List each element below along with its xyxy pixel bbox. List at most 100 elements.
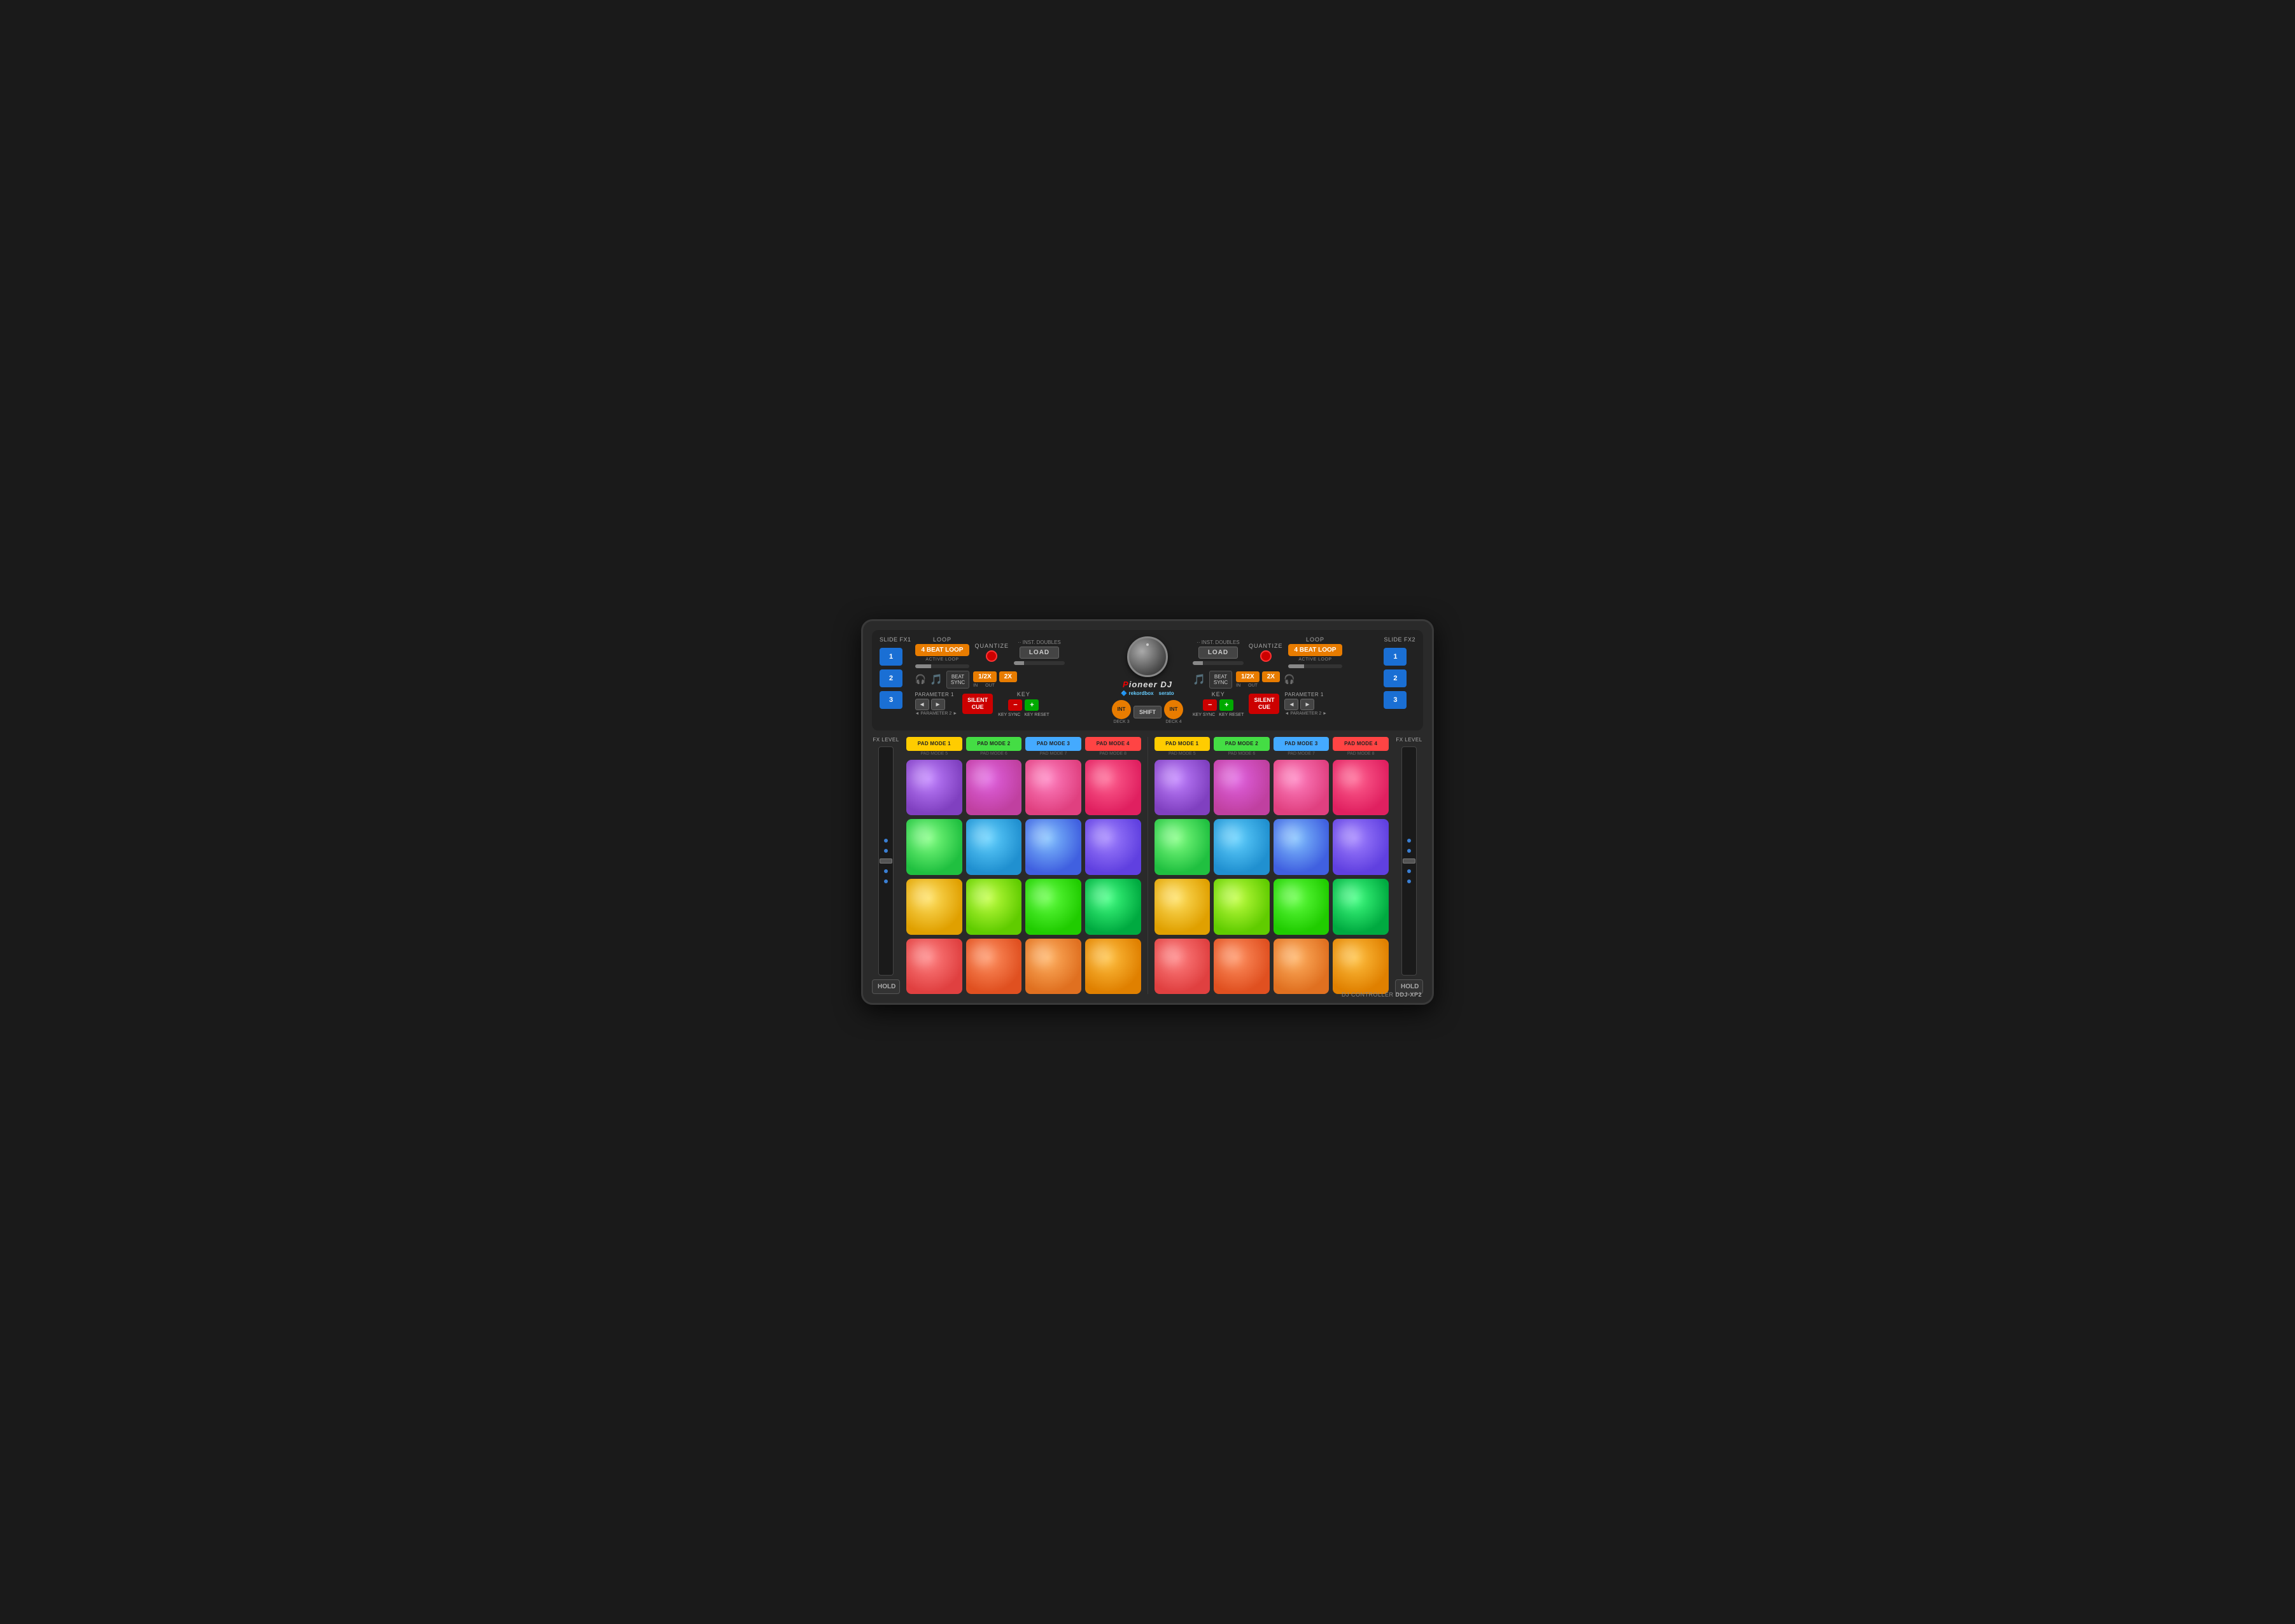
left-pad-14[interactable]	[966, 939, 1022, 995]
right-padmode2-group: PAD MODE 2 PAD MODE 6	[1214, 737, 1270, 756]
left-fx-slider-track[interactable]	[878, 746, 894, 976]
slide-fx2-btn2[interactable]: 2	[1384, 669, 1407, 687]
left-in-out: IN OUT	[973, 683, 1017, 688]
slide-fx1-btn3[interactable]: 3	[880, 691, 902, 709]
right-pad-4[interactable]	[1333, 760, 1389, 816]
right-pad-3[interactable]	[1274, 760, 1330, 816]
right-pad-12[interactable]	[1333, 879, 1389, 935]
right-param2-label: ◄ PARAMETER 2 ►	[1284, 711, 1327, 716]
right-pad-5[interactable]	[1155, 819, 1211, 875]
left-pad-7[interactable]	[1025, 819, 1081, 875]
right-padmode1-btn[interactable]: PAD MODE 1	[1155, 737, 1211, 751]
left-fx-level-section: FX LEVEL HOLD	[872, 737, 900, 995]
right-headphone-icon: 🎧	[1284, 674, 1295, 685]
left-param2-label: ◄ PARAMETER 2 ►	[915, 711, 958, 716]
right-load-btn[interactable]: LOAD	[1198, 647, 1238, 659]
right-deck-section: ·· INST. DOUBLES LOAD QUANTIZE LOOP 4 BE…	[1193, 636, 1380, 724]
right-param-right-arrow[interactable]: ►	[1300, 699, 1314, 710]
right-pad-15[interactable]	[1274, 939, 1330, 995]
right-padmode5-sub: PAD MODE 5	[1169, 752, 1196, 756]
right-pad-9[interactable]	[1155, 879, 1211, 935]
right-pad-6[interactable]	[1214, 819, 1270, 875]
left-pad-10[interactable]	[966, 879, 1022, 935]
slide-fx2-btn3[interactable]: 3	[1384, 691, 1407, 709]
left-pad-6[interactable]	[966, 819, 1022, 875]
right-pad-2[interactable]	[1214, 760, 1270, 816]
left-pad-16[interactable]	[1085, 939, 1141, 995]
ddj-label: DJ CONTROLLER DDJ-XP2	[1342, 991, 1422, 998]
int-deck3-btn[interactable]: INT	[1112, 700, 1131, 719]
right-pad-10[interactable]	[1214, 879, 1270, 935]
right-padmode4-btn[interactable]: PAD MODE 4	[1333, 737, 1389, 751]
right-pad-13[interactable]	[1155, 939, 1211, 995]
right-key-plus-btn[interactable]: +	[1219, 699, 1233, 711]
left-padmode2-btn[interactable]: PAD MODE 2	[966, 737, 1022, 751]
left-padmode1-btn[interactable]: PAD MODE 1	[906, 737, 962, 751]
left-param1-label: PARAMETER 1	[915, 692, 958, 697]
left-2x-btn[interactable]: 2X	[999, 671, 1017, 682]
shift-btn[interactable]: SHIFT	[1133, 706, 1162, 718]
right-2x-btn[interactable]: 2X	[1262, 671, 1280, 682]
left-half-btn[interactable]: 1/2X	[973, 671, 997, 682]
right-pad-8[interactable]	[1333, 819, 1389, 875]
slide-fx1-btn2[interactable]: 2	[880, 669, 902, 687]
right-load-progress	[1193, 661, 1244, 665]
right-fx-level-label: FX LEVEL	[1396, 737, 1422, 743]
right-fx-slider-track[interactable]	[1401, 746, 1417, 976]
right-quantize-label: QUANTIZE	[1249, 643, 1283, 649]
right-pad-16[interactable]	[1333, 939, 1389, 995]
right-half-btn[interactable]: 1/2X	[1236, 671, 1260, 682]
left-beat-sync-btn[interactable]: BEATSYNC	[946, 671, 969, 689]
left-padmode4-btn[interactable]: PAD MODE 4	[1085, 737, 1141, 751]
left-silent-cue-btn[interactable]: SILENTCUE	[962, 694, 993, 714]
right-slider-dot-4	[1407, 869, 1411, 873]
left-param-left-arrow[interactable]: ◄	[915, 699, 929, 710]
left-key-minus-btn[interactable]: −	[1008, 699, 1022, 711]
left-param-row: PARAMETER 1 ◄ ► ◄ PARAMETER 2 ► SILENTCU…	[915, 691, 1102, 717]
left-pad-15[interactable]	[1025, 939, 1081, 995]
left-pad-2[interactable]	[966, 760, 1022, 816]
right-pad-14[interactable]	[1214, 939, 1270, 995]
right-pad-11[interactable]	[1274, 879, 1330, 935]
left-slider-handle[interactable]	[880, 858, 892, 864]
slide-fx2-btn1[interactable]: 1	[1384, 648, 1407, 666]
right-slider-handle[interactable]	[1403, 858, 1415, 864]
left-pad-13[interactable]	[906, 939, 962, 995]
left-music-icon: 🎵	[930, 673, 943, 686]
slide-fx1-btn1[interactable]: 1	[880, 648, 902, 666]
right-param-row: KEY − + KEY SYNC KEY RESET SILENTCUE PAR…	[1193, 691, 1380, 717]
left-load-btn[interactable]: LOAD	[1020, 647, 1059, 659]
left-pad-5[interactable]	[906, 819, 962, 875]
right-out-label: OUT	[1248, 683, 1258, 688]
left-key-sync-label: KEY SYNC	[998, 713, 1020, 717]
left-pad-11[interactable]	[1025, 879, 1081, 935]
left-pad-12[interactable]	[1085, 879, 1141, 935]
main-knob[interactable]	[1127, 636, 1168, 677]
left-inst-doubles: ·· INST. DOUBLES	[1018, 640, 1061, 645]
left-pad-4[interactable]	[1085, 760, 1141, 816]
left-pad-8[interactable]	[1085, 819, 1141, 875]
left-quantize-btn[interactable]	[986, 650, 997, 662]
right-key-minus-btn[interactable]: −	[1203, 699, 1217, 711]
right-silent-cue-btn[interactable]: SILENTCUE	[1249, 694, 1279, 714]
right-loop-btn[interactable]: 4 BEAT LOOP	[1288, 644, 1343, 656]
left-param-right-arrow[interactable]: ►	[931, 699, 945, 710]
left-beat-sync-row: 🎧 🎵 BEATSYNC 1/2X 2X IN OUT	[915, 671, 1102, 689]
right-padmode3-btn[interactable]: PAD MODE 3	[1274, 737, 1330, 751]
int-deck4-btn[interactable]: INT	[1164, 700, 1183, 719]
left-loop-btn[interactable]: 4 BEAT LOOP	[915, 644, 970, 656]
left-hold-btn[interactable]: HOLD	[872, 979, 900, 994]
left-key-plus-btn[interactable]: +	[1025, 699, 1039, 711]
left-pad-9[interactable]	[906, 879, 962, 935]
right-beat-sync-btn[interactable]: BEATSYNC	[1209, 671, 1232, 689]
right-param-left-arrow[interactable]: ◄	[1284, 699, 1298, 710]
right-padmode2-btn[interactable]: PAD MODE 2	[1214, 737, 1270, 751]
right-active-loop: ACTIVE LOOP	[1298, 657, 1331, 662]
right-pad-7[interactable]	[1274, 819, 1330, 875]
right-quantize-btn[interactable]	[1260, 650, 1272, 662]
right-slider-dot-1	[1407, 839, 1411, 843]
left-pad-3[interactable]	[1025, 760, 1081, 816]
left-padmode3-btn[interactable]: PAD MODE 3	[1025, 737, 1081, 751]
left-pad-1[interactable]	[906, 760, 962, 816]
right-pad-1[interactable]	[1155, 760, 1211, 816]
